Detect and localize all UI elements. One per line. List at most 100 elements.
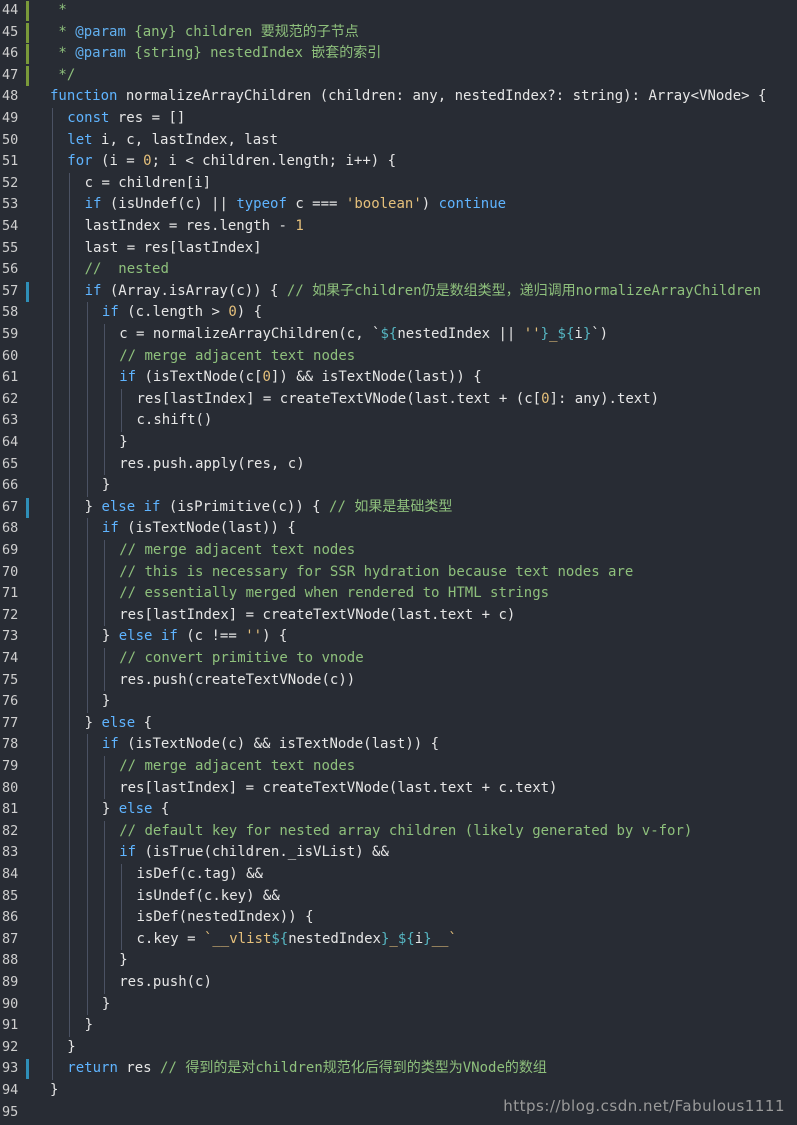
code-line[interactable]: 44 *: [0, 0, 797, 22]
line-number: 85: [2, 887, 19, 904]
code-line[interactable]: 50 let i, c, lastIndex, last: [0, 129, 797, 152]
indent-guide: [52, 648, 53, 670]
code-line[interactable]: 61 if (isTextNode(c[0]) && isTextNode(las…: [0, 367, 797, 389]
line-number: 47: [2, 66, 19, 83]
code-line[interactable]: 72 res[lastIndex] = createTextVNode(last.…: [0, 604, 797, 627]
line-number: 82: [2, 822, 19, 839]
code-line[interactable]: 47 */: [0, 65, 797, 87]
indent-guide: [52, 280, 53, 303]
code-line[interactable]: 84 isDef(c.tag) &&: [0, 864, 797, 886]
code-token: }: [119, 434, 128, 450]
code-line[interactable]: 73} else if (c !== '') {: [0, 626, 797, 648]
code-text: }: [67, 1037, 75, 1059]
code-token: }: [101, 995, 111, 1012]
code-line[interactable]: 87 c.key = `__vlist${nestedIndex}_${i}__`: [0, 928, 797, 951]
code-line[interactable]: 93 return res // 得到的是对children规范化后得到的类型为V…: [0, 1058, 797, 1080]
code-token: isUndef(c.key) &&: [136, 887, 280, 904]
code-line[interactable]: 62 res[lastIndex] = createTextVNode(last.…: [0, 388, 797, 411]
indent-guide: [121, 928, 123, 951]
code-line[interactable]: 78 if (isTextNode(c) && isTextNode(last))…: [0, 734, 797, 756]
code-line[interactable]: 52 c = children[i]: [0, 172, 797, 195]
code-token: else: [101, 714, 136, 731]
code-text: }: [119, 950, 127, 972]
code-line[interactable]: 58 if (c.length > 0) {: [0, 302, 797, 324]
code-line[interactable]: 81} else {: [0, 799, 797, 821]
code-token: // essentially merged when rendered to H…: [119, 585, 550, 602]
line-number: 81: [2, 801, 19, 818]
code-text: if (Array.isArray(c)) { // 如果子children仍是…: [85, 281, 761, 303]
code-line[interactable]: 49 const res = []: [0, 108, 797, 130]
code-text: function normalizeArrayChildren (childre…: [50, 86, 766, 108]
code-token: */: [50, 66, 76, 83]
code-line[interactable]: 88}: [0, 950, 797, 972]
code-token: ): [421, 196, 439, 213]
code-line[interactable]: 45 * @param {any} children 要规范的子节点: [0, 22, 797, 44]
code-line[interactable]: 68 if (isTextNode(last)) {: [0, 518, 797, 540]
code-line[interactable]: 90}: [0, 993, 797, 1016]
code-line[interactable]: 56 // nested: [0, 259, 797, 281]
git-modified-marker: [26, 497, 29, 518]
code-token: nestedIndex ||: [397, 326, 524, 342]
code-text: res.push(createTextVNode(c)): [119, 670, 355, 692]
code-text: res[lastIndex] = createTextVNode(last.te…: [119, 778, 557, 800]
indent-guide: [52, 345, 53, 368]
code-line[interactable]: 66}: [0, 475, 797, 497]
indent-guide: [69, 259, 71, 281]
code-text: res[lastIndex] = createTextVNode(last.te…: [119, 605, 515, 627]
line-number: 57: [2, 282, 19, 299]
indent-guide: [69, 648, 71, 670]
code-line[interactable]: 71 // essentially merged when rendered to…: [0, 583, 797, 605]
code-line[interactable]: 85 isUndef(c.key) &&: [0, 885, 797, 908]
code-line[interactable]: 53 if (isUndef(c) || typeof c === 'boolea…: [0, 194, 797, 216]
indent-guide: [103, 345, 105, 368]
code-line[interactable]: 83 if (isTrue(children._isVList) &&: [0, 842, 797, 864]
code-line[interactable]: 48 function normalizeArrayChildren (child…: [0, 86, 797, 108]
code-line[interactable]: 60 // merge adjacent text nodes: [0, 345, 797, 368]
line-number: 66: [2, 477, 19, 494]
code-line[interactable]: 51 for (i = 0; i < children.length; i++) …: [0, 151, 797, 173]
indent-guide: [52, 626, 53, 648]
indent-guide: [69, 820, 71, 843]
code-line[interactable]: 64}: [0, 432, 797, 454]
code-line[interactable]: 80 res[lastIndex] = createTextVNode(last.…: [0, 777, 797, 800]
code-token: }: [423, 930, 432, 947]
indent-guide: [103, 756, 105, 778]
code-token: // 得到的是对children规范化后得到的类型为VNode的数组: [160, 1060, 547, 1077]
code-token: ${: [380, 326, 398, 342]
line-number: 92: [2, 1038, 19, 1055]
code-line[interactable]: 54 lastIndex = res.length - 1: [0, 216, 797, 238]
code-line[interactable]: 77} else {: [0, 712, 797, 735]
code-editor[interactable]: 44 * 45 * @param {any} children 要规范的子节点 46…: [0, 0, 797, 1125]
line-number: 56: [2, 261, 19, 278]
code-token: res[lastIndex] = createTextVNode(last.te…: [136, 390, 542, 407]
code-line[interactable]: 89 res.push(c): [0, 972, 797, 994]
code-line[interactable]: 76}: [0, 691, 797, 713]
code-line[interactable]: 74 // convert primitive to vnode: [0, 648, 797, 670]
code-line[interactable]: 46 * @param {string} nestedIndex 嵌套的索引: [0, 43, 797, 65]
indent-guide: [69, 280, 71, 303]
code-line[interactable]: 57 if (Array.isArray(c)) { // 如果子children…: [0, 280, 797, 303]
code-line[interactable]: 92}: [0, 1036, 797, 1059]
code-line[interactable]: 70 // this is necessary for SSR hydration…: [0, 561, 797, 584]
indent-guide: [69, 1015, 71, 1037]
code-line[interactable]: 79 // merge adjacent text nodes: [0, 756, 797, 778]
indent-guide: [69, 691, 71, 713]
code-token: }: [101, 693, 111, 710]
code-line[interactable]: 69 // merge adjacent text nodes: [0, 540, 797, 562]
code-token: nestedIndex: [288, 930, 381, 947]
git-added-marker: [26, 1, 29, 21]
code-line[interactable]: 55 last = res[lastIndex]: [0, 237, 797, 260]
code-token: continue: [438, 196, 507, 213]
code-line[interactable]: 91}: [0, 1015, 797, 1037]
code-token: }: [540, 326, 550, 342]
code-line[interactable]: 75 res.push(createTextVNode(c)): [0, 669, 797, 692]
code-token: ]: any).text): [549, 390, 660, 407]
code-line[interactable]: 82 // default key for nested array childr…: [0, 820, 797, 843]
code-line[interactable]: 67} else if (isPrimitive(c)) { // 如果是基础类…: [0, 496, 797, 519]
code-line[interactable]: 63 c.shift(): [0, 410, 797, 432]
code-line[interactable]: 86 isDef(nestedIndex)) {: [0, 907, 797, 929]
indent-guide: [86, 324, 88, 346]
code-line[interactable]: 59 c = normalizeArrayChildren(c, `${neste…: [0, 324, 797, 346]
code-line[interactable]: 65 res.push.apply(res, c): [0, 453, 797, 476]
indent-guide: [103, 907, 105, 929]
